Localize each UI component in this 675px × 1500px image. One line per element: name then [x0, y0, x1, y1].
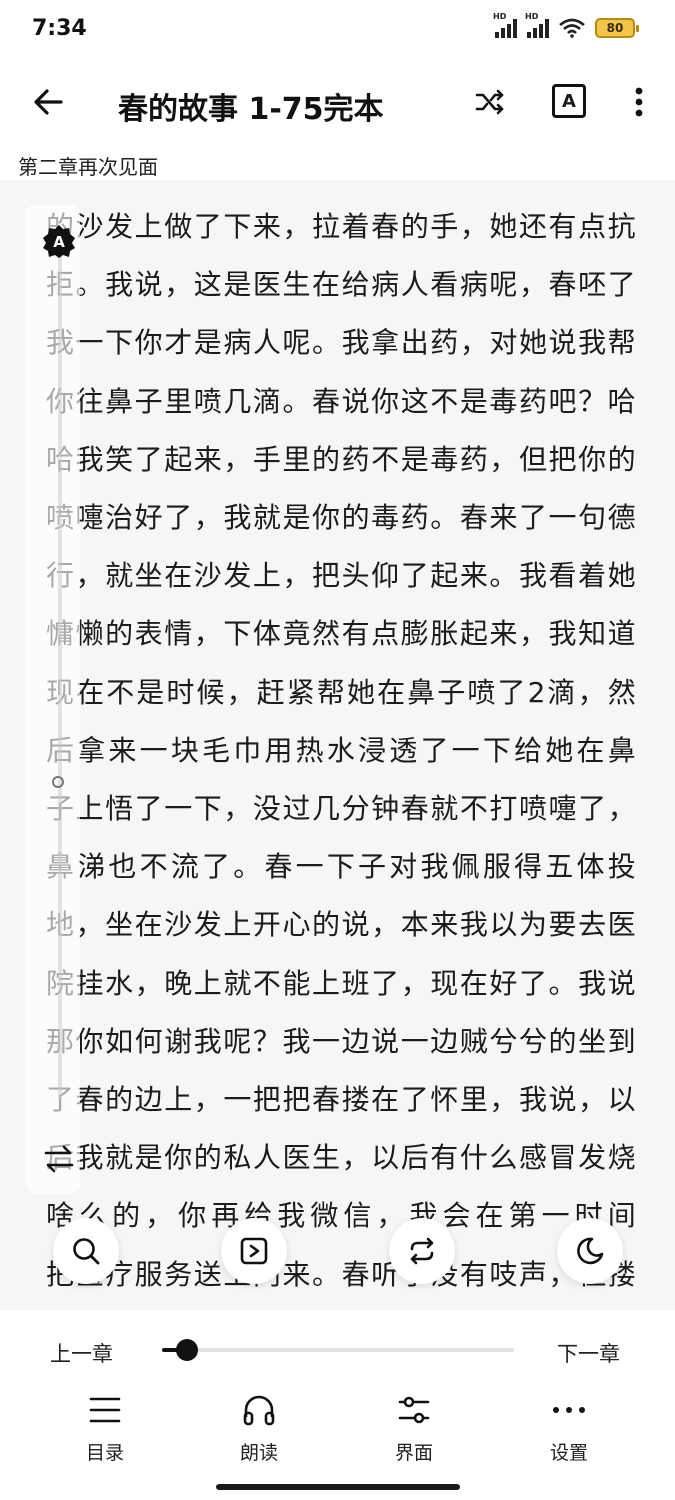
nav-item-contents[interactable]: 目录: [55, 1390, 155, 1472]
text-line: 喷嚏治好了，我就是你的毒药。春来了一句德: [46, 501, 636, 535]
signal-icon: HD: [493, 12, 517, 38]
text-line: 你往鼻子里喷几滴。春说你这不是毒药吧？哈: [46, 384, 636, 418]
more-horizontal-icon: [553, 1407, 585, 1413]
nav-item-read-aloud[interactable]: 朗读: [209, 1390, 309, 1472]
menu-list-icon: [89, 1397, 121, 1423]
text-line: 啥么的，你再给我微信，我会在第一时间: [46, 1199, 636, 1233]
auto-page-button[interactable]: [221, 1218, 287, 1284]
signal-hd-label: HD: [525, 12, 539, 21]
text-line: 后拿来一块毛巾用热水浸透了一下给她在鼻: [46, 733, 636, 767]
chapter-progress-slider[interactable]: [162, 1339, 514, 1361]
auto-badge-icon[interactable]: A: [42, 224, 76, 258]
headphones-icon: [243, 1395, 275, 1426]
app-bar: 春的故事 1-75完本 A: [0, 66, 675, 140]
night-mode-button[interactable]: [557, 1218, 623, 1284]
nav-label: 朗读: [239, 1442, 278, 1464]
text-line: 把医疗服务送上门来。春听了没有吱声，但搂: [46, 1257, 636, 1291]
swap-icon[interactable]: [42, 1144, 76, 1174]
badge-label: A: [53, 233, 65, 251]
side-tool-panel[interactable]: [26, 205, 80, 1193]
shuffle-icon: [475, 89, 504, 115]
replace-icon: [410, 1237, 434, 1265]
shuffle-button[interactable]: [470, 82, 510, 122]
next-chapter-button[interactable]: 下一章: [557, 1338, 620, 1368]
text-line: 那你如何谢我呢？我一边说一边贼兮兮的坐到: [46, 1024, 636, 1058]
text-line: 后我就是你的私人医生，以后有什么感冒发烧: [46, 1141, 636, 1175]
status-bar: 7:34 HD HD 80: [0, 0, 675, 64]
font-icon[interactable]: A: [552, 84, 586, 118]
prev-chapter-button[interactable]: 上一章: [50, 1338, 113, 1368]
signal-hd-label: HD: [493, 12, 507, 21]
reading-area[interactable]: 的沙发上做了下来，拉着春的手，她还有点抗 拒。我说，这是医生在给病人看病呢，春呸…: [0, 180, 675, 1310]
back-button[interactable]: [28, 82, 68, 122]
bottom-control-sheet: 上一章 下一章 目录 朗读 界面 设置: [0, 1310, 675, 1500]
text-line: 院挂水，晚上就不能上班了，现在好了。我说: [46, 966, 636, 1000]
text-line: 了春的边上，一把把春搂在了怀里，我说，以: [46, 1083, 636, 1117]
replace-button[interactable]: [389, 1218, 455, 1284]
nav-item-settings[interactable]: 设置: [519, 1390, 619, 1472]
search-icon: [73, 1238, 100, 1265]
status-icons: HD HD 80: [493, 12, 639, 38]
sliders-icon: [398, 1396, 430, 1424]
reading-text: 的沙发上做了下来，拉着春的手，她还有点抗 拒。我说，这是医生在给病人看病呢，春呸…: [46, 198, 636, 1304]
play-icon: [240, 1237, 268, 1265]
text-line: 行，就坐在沙发上，把头仰了起来。我看着她: [46, 559, 636, 593]
more-vertical-icon[interactable]: [626, 82, 652, 122]
text-line: 鼻涕也不流了。春一下子对我佩服得五体投: [46, 850, 636, 884]
nav-label: 目录: [85, 1442, 124, 1464]
text-line: 子上悟了一下，没过几分钟春就不打喷嚏了，: [46, 792, 636, 826]
text-line: 哈我笑了起来，手里的药不是毒药，但把你的: [46, 442, 636, 476]
text-line: 我一下你才是病人呢。我拿出药，对她说我帮: [46, 326, 636, 360]
text-line: 地，坐在沙发上开心的说，本来我以为要去医: [46, 908, 636, 942]
wifi-icon: [559, 18, 585, 38]
signal-icon: HD: [525, 12, 549, 38]
nav-label: 设置: [549, 1442, 588, 1464]
chapter-title: 第二章再次见面: [18, 155, 158, 179]
search-button[interactable]: [53, 1218, 119, 1284]
book-title: 春的故事 1-75完本: [118, 92, 384, 127]
progress-thumb[interactable]: [175, 1339, 198, 1361]
text-line: 现在不是时候，赶紧帮她在鼻子喷了2滴，然: [46, 675, 636, 709]
home-indicator[interactable]: [216, 1484, 460, 1490]
text-line: 的沙发上做了下来，拉着春的手，她还有点抗: [46, 210, 636, 243]
text-line: 拒。我说，这是医生在给病人看病呢，春呸了: [46, 268, 636, 302]
text-line: 慵懒的表情，下体竟然有点膨胀起来，我知道: [46, 617, 636, 651]
nav-label: 界面: [394, 1442, 433, 1464]
battery-level: 80: [606, 21, 624, 35]
back-arrow-icon: [34, 89, 63, 115]
night-mode-icon: [577, 1237, 604, 1265]
nav-item-interface[interactable]: 界面: [364, 1390, 464, 1472]
status-time: 7:34: [32, 16, 87, 41]
dot-icon[interactable]: [52, 776, 64, 788]
panel-scroll-track[interactable]: [58, 240, 62, 1100]
battery-icon: 80: [595, 18, 639, 38]
